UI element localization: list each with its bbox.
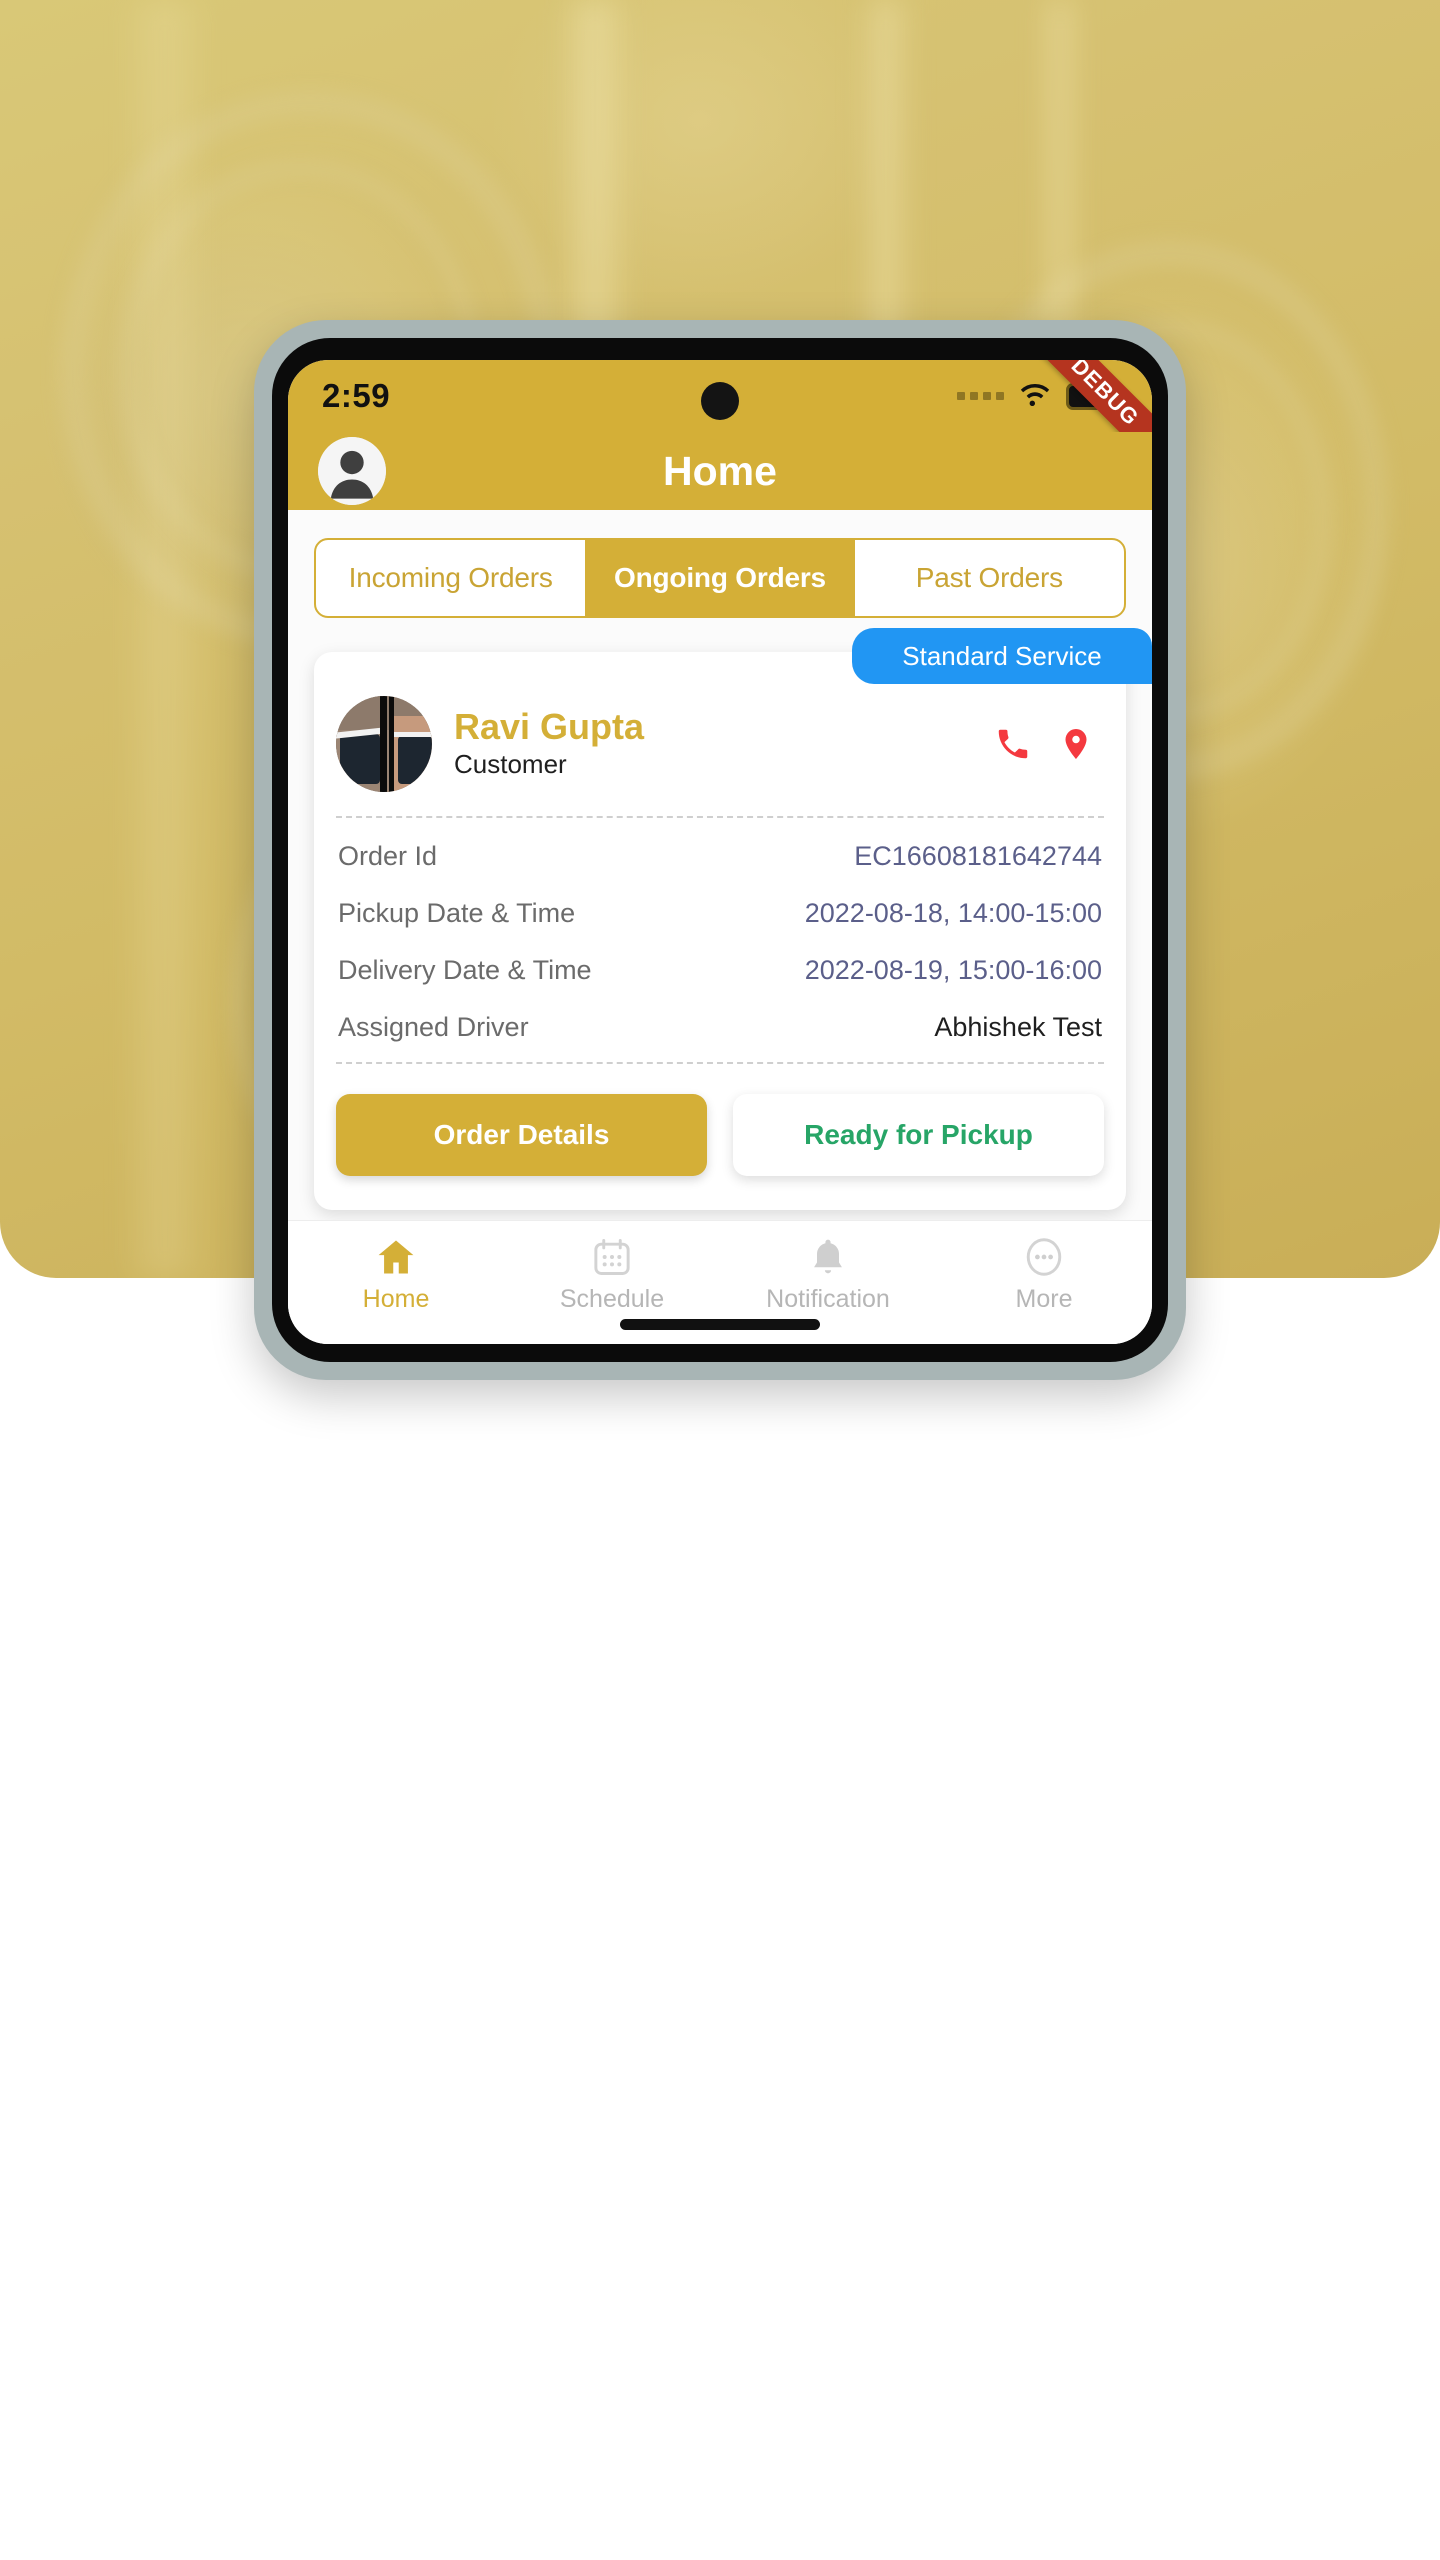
row-value: 2022-08-19, 15:00-16:00 — [804, 955, 1102, 985]
page-title: Home — [663, 447, 777, 494]
order-card[interactable]: Standard Service Ravi Gupta Customer Ord… — [314, 628, 1152, 1210]
phone-device-frame: 2:59 DEBUG Home Incoming Orders Ongoing … — [254, 320, 1186, 1380]
nav-label: Schedule — [559, 1285, 665, 1313]
service-type-badge: Standard Service — [852, 628, 1152, 684]
status-bar: 2:59 DEBUG — [288, 360, 1152, 472]
row-value: 2022-08-18, 14:00-15:00 — [804, 898, 1102, 928]
nav-item-home[interactable]: Home — [288, 1235, 504, 1314]
app-bar: Home — [288, 432, 1152, 510]
customer-role: Customer — [454, 749, 567, 780]
row-label: Assigned Driver — [338, 1012, 529, 1042]
main-content: Incoming Orders Ongoing Orders Past Orde… — [288, 510, 1152, 1220]
home-icon — [378, 1240, 414, 1274]
order-filter-tabs: Incoming Orders Ongoing Orders Past Orde… — [314, 538, 1126, 618]
signal-dots-icon — [957, 392, 1004, 400]
table-row: Pickup Date & Time 2022-08-18, 14:00-15:… — [336, 885, 1104, 942]
ready-for-pickup-button[interactable]: Ready for Pickup — [733, 1094, 1104, 1176]
home-indicator — [620, 1319, 820, 1330]
tab-ongoing-orders[interactable]: Ongoing Orders — [585, 540, 855, 616]
wifi-icon — [1018, 381, 1052, 412]
customer-avatar — [336, 696, 432, 792]
phone-icon[interactable] — [994, 725, 1032, 763]
customer-meta: Ravi Gupta Customer — [454, 705, 645, 781]
nav-item-schedule[interactable]: Schedule — [504, 1235, 720, 1314]
bottom-navigation: Home Schedule Notification More — [288, 1220, 1152, 1344]
nav-item-more[interactable]: More — [936, 1235, 1152, 1314]
user-avatar-icon — [318, 437, 386, 505]
table-row: Assigned Driver Abhishek Test — [336, 999, 1104, 1056]
status-bar-clock: 2:59 — [322, 377, 391, 414]
order-detail-rows: Order Id EC16608181642744 Pickup Date & … — [336, 818, 1104, 1064]
customer-photo-icon — [336, 696, 432, 792]
more-dots-icon — [1026, 1238, 1062, 1276]
camera-notch — [701, 382, 739, 420]
calendar-icon — [594, 1239, 630, 1275]
tab-incoming-orders[interactable]: Incoming Orders — [316, 540, 585, 616]
nav-item-notification[interactable]: Notification — [720, 1235, 936, 1314]
bell-icon — [814, 1239, 842, 1274]
map-pin-icon[interactable] — [1058, 725, 1094, 763]
order-card-buttons: Order Details Ready for Pickup — [336, 1064, 1104, 1210]
customer-name: Ravi Gupta — [454, 705, 645, 747]
table-row: Order Id EC16608181642744 — [336, 828, 1104, 885]
order-details-button[interactable]: Order Details — [336, 1094, 707, 1176]
nav-label: Notification — [766, 1285, 890, 1313]
nav-label: Home — [362, 1285, 430, 1313]
profile-avatar-button[interactable] — [318, 437, 386, 505]
phone-screen: 2:59 DEBUG Home Incoming Orders Ongoing … — [288, 360, 1152, 1344]
row-label: Order Id — [338, 841, 438, 871]
row-value: Abhishek Test — [934, 1012, 1102, 1042]
table-row: Delivery Date & Time 2022-08-19, 15:00-1… — [336, 942, 1104, 999]
row-value: EC16608181642744 — [854, 841, 1102, 871]
row-label: Pickup Date & Time — [338, 898, 576, 928]
nav-label: More — [1015, 1285, 1073, 1313]
tab-past-orders[interactable]: Past Orders — [855, 540, 1124, 616]
phone-bezel: 2:59 DEBUG Home Incoming Orders Ongoing … — [272, 338, 1168, 1362]
row-label: Delivery Date & Time — [338, 955, 592, 985]
order-card-actions — [994, 725, 1104, 763]
